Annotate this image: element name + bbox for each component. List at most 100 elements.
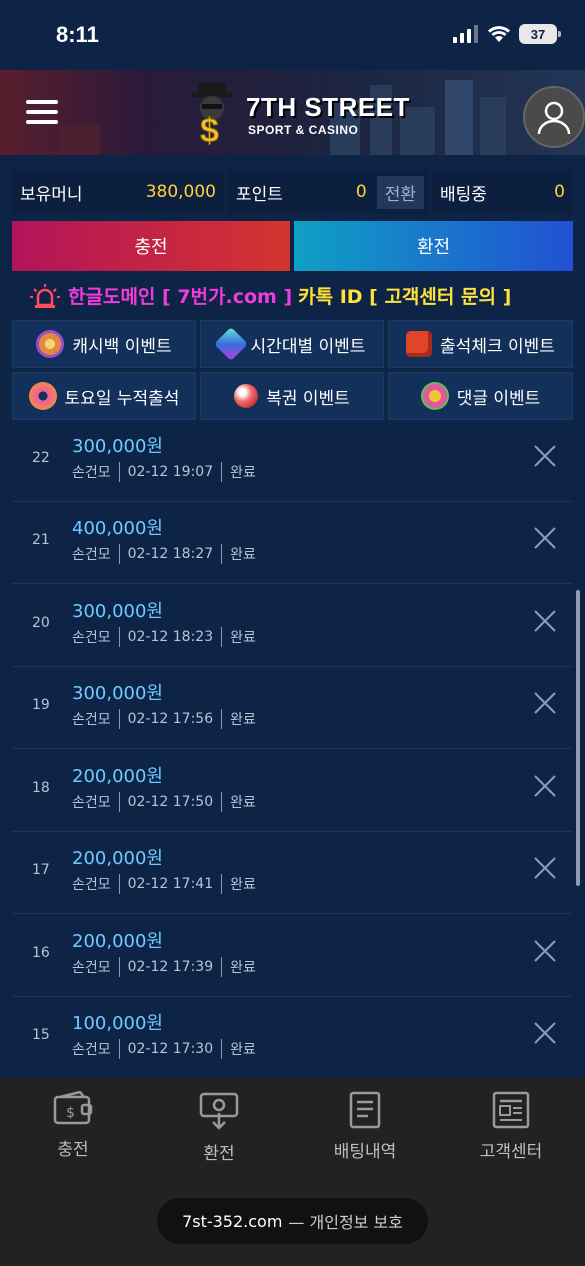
menu-line <box>26 100 58 104</box>
scrollbar[interactable] <box>576 590 580 886</box>
event-attendance-button[interactable]: 출석체크 이벤트 <box>388 320 573 368</box>
notice-banner: 한글도메인 [ 7번가.com ] 카톡 ID [ 고객센터 문의 ] <box>30 282 511 309</box>
status-bar: 8:11 37 <box>0 0 585 70</box>
event-saturday-button[interactable]: 토요일 누적출석 <box>12 372 196 420</box>
money-label: 보유머니 <box>20 184 83 205</box>
close-icon[interactable] <box>533 444 557 468</box>
divider <box>118 462 120 482</box>
battery-indicator: 37 <box>519 24 561 44</box>
row-datetime: 02-12 17:56 <box>127 711 214 727</box>
points-label: 포인트 <box>236 184 283 205</box>
list-item: 21 400,000원 손건모 02-12 18:27 완료 <box>12 502 573 584</box>
divider <box>118 957 120 977</box>
browser-url-bar[interactable]: 7st-352.com — 개인정보 보호 <box>157 1198 428 1244</box>
wifi-icon <box>488 26 510 42</box>
row-amount: 300,000원 <box>72 436 163 457</box>
row-number: 16 <box>32 945 50 961</box>
betting-value: 0 <box>554 182 565 202</box>
money-value: 380,000 <box>145 182 216 202</box>
close-icon[interactable] <box>533 939 557 963</box>
skyline-building <box>445 80 473 155</box>
list-item: 22 300,000원 손건모 02-12 19:07 완료 <box>12 420 573 502</box>
event-label: 복권 이벤트 <box>266 388 350 409</box>
event-cashback-button[interactable]: 캐시백 이벤트 <box>12 320 196 368</box>
list-item: 15 100,000원 손건모 02-12 17:30 완료 <box>12 997 573 1077</box>
close-icon[interactable] <box>533 774 557 798</box>
row-number: 19 <box>32 697 50 713</box>
status-time: 8:11 <box>56 22 99 47</box>
divider <box>118 709 120 729</box>
row-amount: 400,000원 <box>72 518 163 539</box>
header-banner: $ 7TH STREET SPORT & CASINO <box>0 70 585 155</box>
menu-line <box>26 110 58 114</box>
skyline-building <box>60 125 100 155</box>
divider <box>221 544 223 564</box>
dice-icon <box>406 331 433 357</box>
convert-button[interactable]: 전환 <box>376 175 424 209</box>
row-meta: 손건모 02-12 17:56 완료 <box>72 709 256 729</box>
event-comment-button[interactable]: 댓글 이벤트 <box>388 372 573 420</box>
divider <box>221 462 223 482</box>
row-meta: 손건모 02-12 17:41 완료 <box>72 874 256 894</box>
row-meta: 손건모 02-12 18:23 완료 <box>72 627 256 647</box>
exchange-icon <box>199 1092 239 1130</box>
row-datetime: 02-12 17:41 <box>127 876 214 892</box>
signal-icon <box>453 25 478 43</box>
row-name: 손건모 <box>72 465 111 481</box>
divider <box>221 792 223 812</box>
logo-title: 7TH STREET <box>246 92 410 122</box>
ball-icon <box>234 384 259 408</box>
event-label: 토요일 누적출석 <box>64 388 180 409</box>
betting-label: 배팅중 <box>440 184 487 205</box>
close-icon[interactable] <box>533 691 557 715</box>
row-datetime: 02-12 17:50 <box>127 794 214 810</box>
event-label: 시간대별 이벤트 <box>250 336 366 357</box>
skyline-building <box>480 97 506 155</box>
row-number: 17 <box>32 862 50 878</box>
list-item: 16 200,000원 손건모 02-12 17:39 완료 <box>12 915 573 997</box>
row-amount: 200,000원 <box>72 931 163 952</box>
close-icon[interactable] <box>533 609 557 633</box>
svg-text:$: $ <box>66 1105 75 1121</box>
status-icons: 37 <box>453 24 561 44</box>
withdraw-button[interactable]: 환전 <box>294 221 573 271</box>
row-status: 완료 <box>230 465 256 481</box>
wallet-icon: $ <box>53 1091 93 1125</box>
event-lottery-button[interactable]: 복권 이벤트 <box>200 372 384 420</box>
money-cell: 보유머니 380,000 <box>12 170 224 214</box>
close-icon[interactable] <box>533 1021 557 1045</box>
divider <box>118 1039 120 1059</box>
menu-button[interactable] <box>26 100 58 124</box>
row-datetime: 02-12 19:07 <box>127 464 214 480</box>
row-status: 완료 <box>230 630 256 646</box>
row-number: 15 <box>32 1027 50 1043</box>
tab-deposit[interactable]: $ 충전 <box>0 1091 146 1160</box>
tab-customer-center[interactable]: 고객센터 <box>438 1091 584 1162</box>
row-name: 손건모 <box>72 795 111 811</box>
points-value: 0 <box>355 182 367 202</box>
notice-kakao-text: 카톡 ID [ 고객센터 문의 ] <box>298 286 512 308</box>
event-label: 출석체크 이벤트 <box>440 336 555 357</box>
cashback-icon <box>36 330 65 358</box>
transaction-list: 22 300,000원 손건모 02-12 19:07 완료 21 400,00… <box>12 420 573 1077</box>
profile-avatar[interactable] <box>523 86 585 148</box>
row-status: 완료 <box>230 547 256 563</box>
row-amount: 300,000원 <box>72 683 163 704</box>
deposit-button[interactable]: 충전 <box>12 221 290 271</box>
newspaper-icon <box>492 1091 530 1129</box>
row-meta: 손건모 02-12 17:30 완료 <box>72 1039 256 1059</box>
svg-text:$: $ <box>200 112 219 146</box>
donut-icon <box>28 382 57 410</box>
close-icon[interactable] <box>533 856 557 880</box>
logo-mascot-icon: $ <box>192 82 232 146</box>
points-cell: 포인트 0 전환 <box>228 170 428 214</box>
close-icon[interactable] <box>533 526 557 550</box>
row-status: 완료 <box>230 960 256 976</box>
row-status: 완료 <box>230 712 256 728</box>
row-meta: 손건모 02-12 17:50 완료 <box>72 792 256 812</box>
row-amount: 300,000원 <box>72 601 163 622</box>
tab-withdraw[interactable]: 환전 <box>146 1091 292 1164</box>
tab-betting-history[interactable]: 배팅내역 <box>292 1091 438 1162</box>
event-time-button[interactable]: 시간대별 이벤트 <box>200 320 384 368</box>
row-datetime: 02-12 18:23 <box>127 629 214 645</box>
